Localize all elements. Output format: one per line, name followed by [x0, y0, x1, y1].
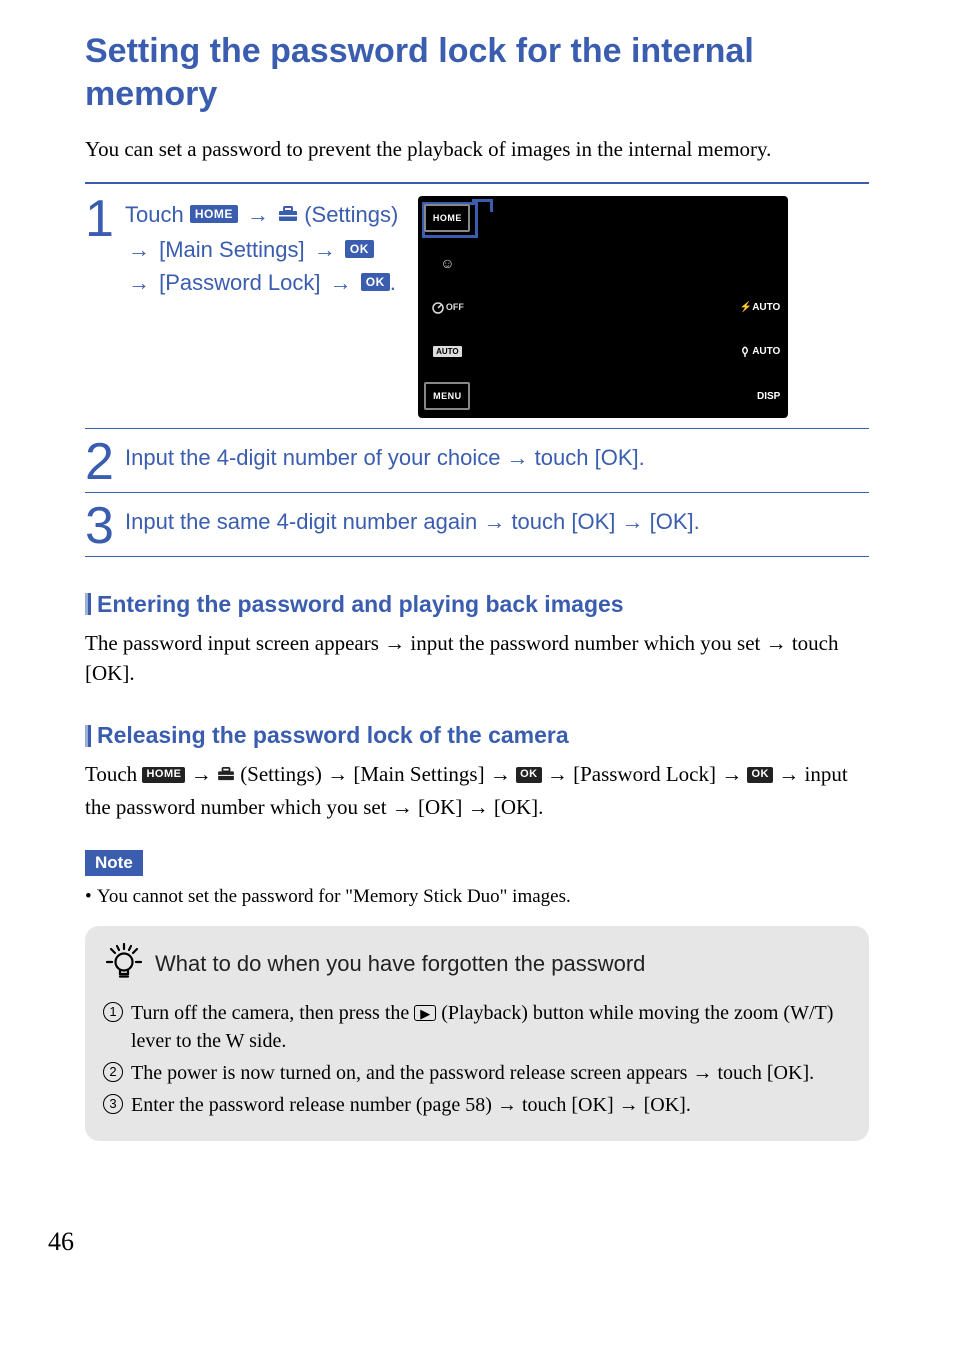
hint-step-1: 1 Turn off the camera, then press the ▶ …: [103, 999, 851, 1055]
screen-home-button: HOME: [424, 204, 470, 232]
subsection-releasing-lock: Releasing the password lock of the camer…: [85, 722, 869, 822]
intro-text: You can set a password to prevent the pl…: [85, 137, 869, 162]
lightbulb-icon: [103, 940, 145, 987]
step-2-text: Input the 4-digit number of your choice …: [125, 435, 869, 474]
macro-auto-icon: AUTO: [739, 338, 782, 366]
circled-number-icon: 1: [103, 1002, 123, 1022]
timer-off-icon: OFF: [424, 293, 470, 321]
note-list: You cannot set the password for "Memory …: [85, 886, 869, 908]
screen-menu-button: MENU: [424, 382, 470, 410]
hint-step-2: 2 The power is now turned on, and the pa…: [103, 1059, 851, 1087]
ok-badge: OK: [747, 767, 773, 783]
step-3-text: Input the same 4-digit number again → to…: [125, 499, 869, 538]
page-title: Setting the password lock for the intern…: [85, 30, 869, 115]
playback-icon: ▶: [414, 1005, 436, 1021]
step-2: 2 Input the 4-digit number of your choic…: [85, 429, 869, 492]
settings-icon: [217, 759, 235, 789]
step-number: 3: [85, 503, 125, 550]
page-number: 46: [48, 1227, 74, 1257]
home-badge: HOME: [190, 205, 238, 223]
focus-auto-icon: AUTO: [424, 338, 470, 366]
hint-step-3: 3 Enter the password release number (pag…: [103, 1091, 851, 1119]
hint-title: What to do when you have forgotten the p…: [155, 951, 645, 977]
subsection-title: Releasing the password lock of the camer…: [97, 722, 569, 749]
section-bar-icon: [85, 593, 91, 615]
subsection-body: The password input screen appears → inpu…: [85, 628, 869, 689]
step-3: 3 Input the same 4-digit number again → …: [85, 493, 869, 556]
section-bar-icon: [85, 725, 91, 747]
note-item: You cannot set the password for "Memory …: [85, 886, 869, 908]
step-number: 2: [85, 439, 125, 486]
ok-badge: OK: [361, 273, 390, 291]
ok-badge: OK: [345, 240, 374, 258]
ok-badge: OK: [516, 767, 542, 783]
camera-screen-mock: HOME ☺ OFF AUTO MENU ⚡AUTO AUTO DISP: [418, 196, 788, 418]
step-1: 1 Touch HOME → (Settings) → [Main Settin…: [85, 186, 869, 428]
step-number: 1: [85, 196, 125, 243]
screen-disp-label: DISP: [757, 382, 782, 410]
subsection-entering-password: Entering the password and playing back i…: [85, 591, 869, 689]
flash-auto-icon: ⚡AUTO: [740, 293, 783, 321]
smile-icon: ☺: [424, 249, 470, 277]
subsection-title: Entering the password and playing back i…: [97, 591, 624, 618]
settings-icon: [278, 198, 298, 231]
subsection-body: Touch HOME → (Settings) → [Main Settings…: [85, 759, 869, 822]
hint-box: What to do when you have forgotten the p…: [85, 926, 869, 1141]
step-1-text: Touch HOME → (Settings) → [Main Settings…: [125, 192, 398, 418]
circled-number-icon: 2: [103, 1062, 123, 1082]
home-badge: HOME: [142, 767, 185, 783]
circled-number-icon: 3: [103, 1094, 123, 1114]
note-label: Note: [85, 850, 143, 876]
